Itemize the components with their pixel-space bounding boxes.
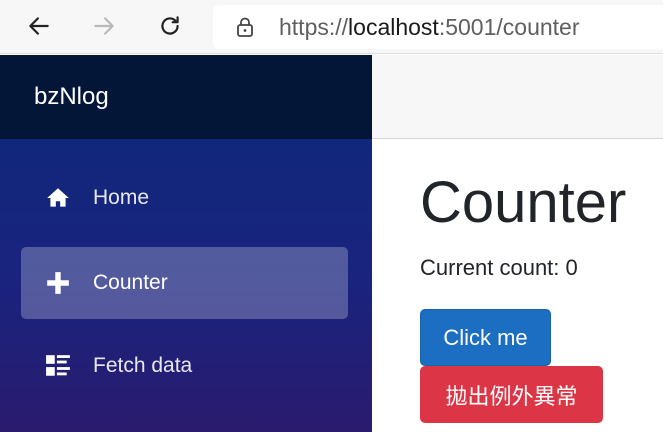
page-title: Counter	[420, 170, 627, 235]
sidebar-item-home[interactable]: Home	[21, 162, 348, 234]
sidebar: bzNlog Home Counter Fetch data	[0, 55, 372, 432]
brand-bar: bzNlog	[0, 55, 372, 139]
sidebar-item-label: Home	[93, 186, 150, 209]
forward-arrow-icon	[94, 17, 114, 35]
url-host: localhost	[348, 13, 439, 40]
click-me-button[interactable]: Click me	[420, 309, 551, 366]
lock-icon[interactable]	[235, 16, 255, 38]
url-text[interactable]: https://localhost:5001/counter	[279, 14, 580, 41]
back-button[interactable]	[21, 8, 57, 44]
sidebar-item-fetch-data[interactable]: Fetch data	[21, 330, 348, 402]
home-icon	[43, 183, 73, 213]
sidebar-item-label: Fetch data	[93, 354, 193, 377]
top-row	[372, 55, 663, 139]
sidebar-item-label: Counter	[93, 271, 168, 294]
list-rich-icon	[43, 351, 73, 381]
reload-button[interactable]	[152, 8, 188, 44]
brand-link[interactable]: bzNlog	[34, 83, 109, 111]
url-rest: :5001/counter	[438, 13, 580, 40]
browser-toolbar: https://localhost:5001/counter	[0, 0, 663, 54]
plus-icon	[43, 268, 73, 298]
forward-button[interactable]	[86, 8, 122, 44]
address-bar[interactable]: https://localhost:5001/counter	[213, 5, 663, 49]
url-scheme: https://	[279, 13, 349, 40]
throw-exception-button[interactable]: 拋出例外異常	[420, 366, 603, 423]
reload-icon	[161, 16, 179, 35]
sidebar-item-counter[interactable]: Counter	[21, 247, 348, 319]
back-arrow-icon	[29, 17, 49, 35]
current-count-text: Current count: 0	[420, 255, 578, 280]
